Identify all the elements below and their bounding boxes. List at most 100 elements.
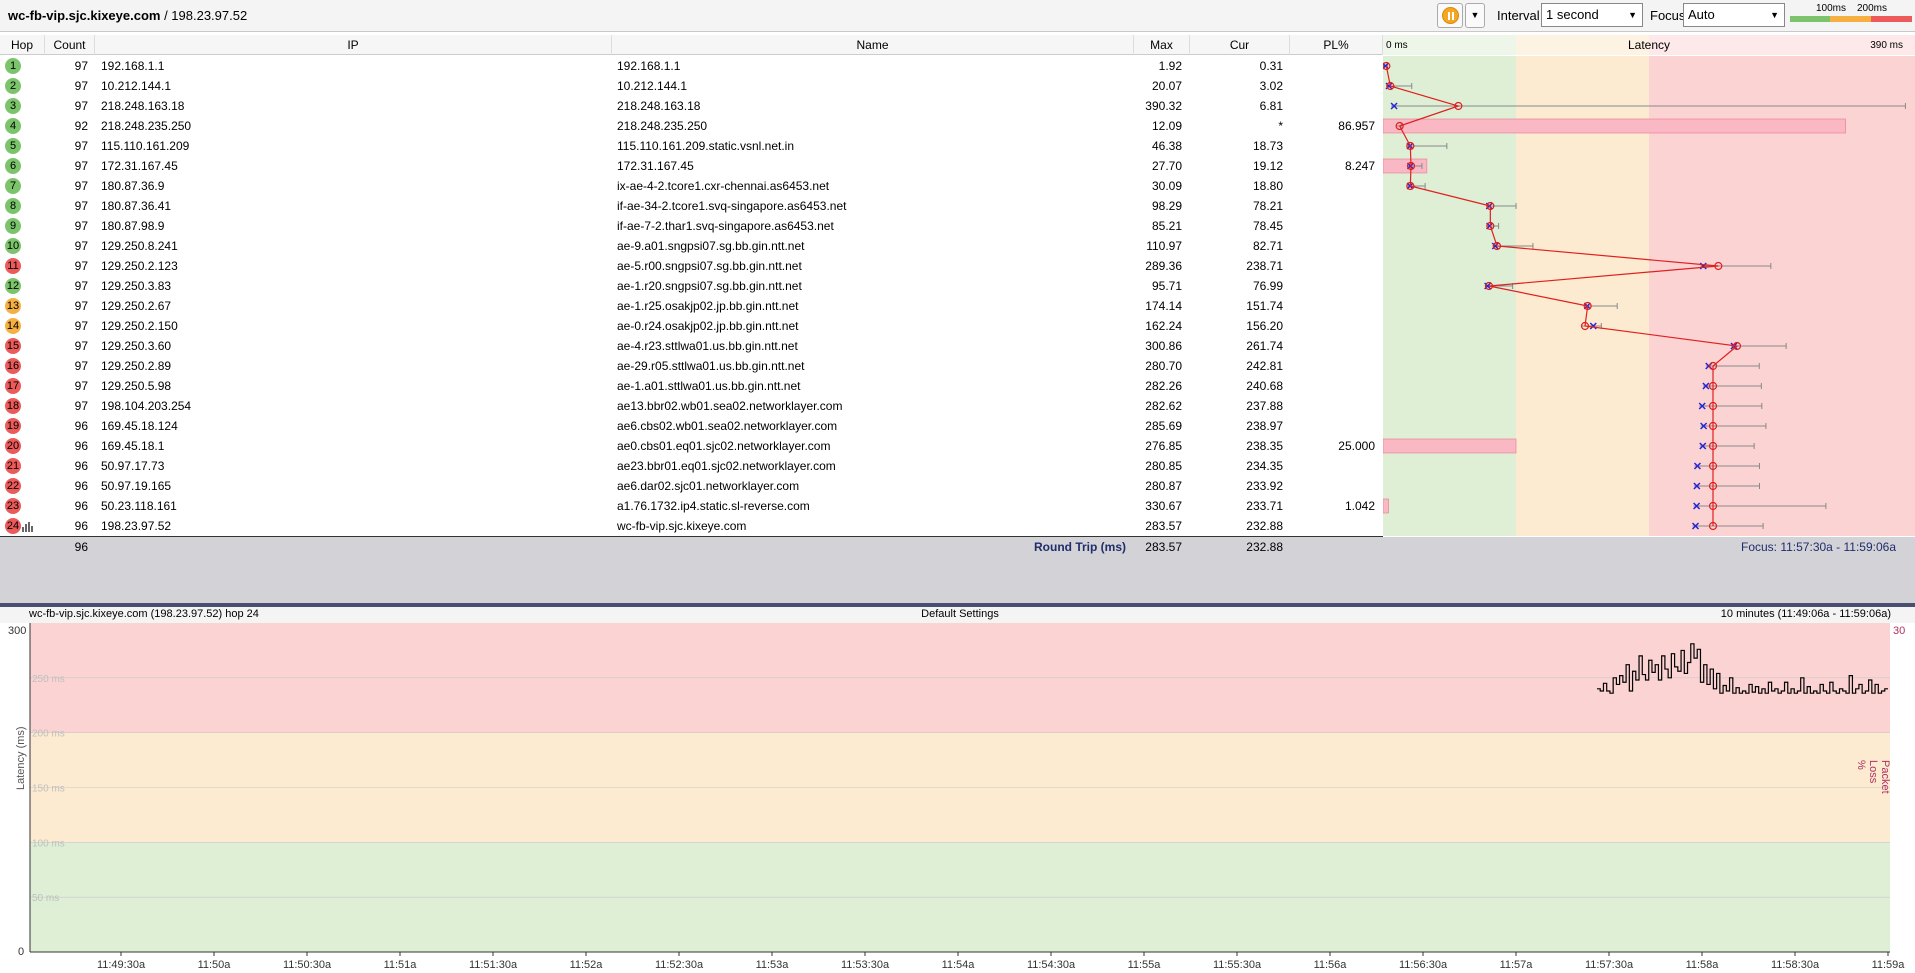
hop-row[interactable]: 19 96 169.45.18.124 ae6.cbs02.wb01.sea02.ne… — [0, 416, 1383, 436]
hop-cur: 151.74 — [1246, 299, 1283, 313]
hop-status-badge: 8 — [5, 198, 21, 214]
interval-label: Interval — [1497, 8, 1540, 23]
hop-row[interactable]: 1 97 192.168.1.1 192.168.1.1 1.92 0.31 — [0, 56, 1383, 76]
hop-row[interactable]: 22 96 50.97.19.165 ae6.dar02.sjc01.networkl… — [0, 476, 1383, 496]
hop-row[interactable]: 18 97 198.104.203.254 ae13.bbr02.wb01.sea02… — [0, 396, 1383, 416]
hop-count: 97 — [74, 399, 88, 413]
column-pl[interactable]: PL% — [1290, 35, 1383, 55]
hop-status-badge: 6 — [5, 158, 21, 174]
hop-pl: 86.957 — [1338, 119, 1375, 133]
hop-pl — [1290, 316, 1375, 336]
history-time-label: 11:50:30a — [283, 959, 332, 971]
focus-select[interactable]: Auto ▼ — [1683, 3, 1785, 27]
hop-status-badge: 22 — [5, 478, 21, 494]
hop-max: 162.24 — [1145, 319, 1182, 333]
interval-select[interactable]: 1 second ▼ — [1541, 3, 1643, 27]
column-max[interactable]: Max — [1134, 35, 1190, 55]
hop-row[interactable]: 7 97 180.87.36.9 ix-ae-4-2.tcore1.cxr-chenn… — [0, 176, 1383, 196]
hop-name: wc-fb-vip.sjc.kixeye.com — [617, 519, 747, 533]
hop-row[interactable]: 14 97 129.250.2.150 ae-0.r24.osakjp02.jp.bb… — [0, 316, 1383, 336]
hop-row[interactable]: 2 97 10.212.144.1 10.212.144.1 20.07 3.02 — [0, 76, 1383, 96]
column-cur[interactable]: Cur — [1190, 35, 1290, 55]
hop-ip: 198.23.97.52 — [101, 519, 172, 533]
hop-row[interactable]: 16 97 129.250.2.89 ae-29.r05.sttlwa01.us.bb… — [0, 356, 1383, 376]
hop-pl — [1290, 376, 1375, 396]
hop-count: 97 — [74, 319, 88, 333]
hop-status-badge: 2 — [5, 78, 21, 94]
hop-cur: 261.74 — [1246, 339, 1283, 353]
hop-status-badge: 14 — [5, 318, 21, 334]
column-name[interactable]: Name — [612, 35, 1134, 55]
hop-max: 20.07 — [1151, 79, 1182, 93]
hop-name: ae-29.r05.sttlwa01.us.bb.gin.ntt.net — [617, 359, 805, 373]
hop-row[interactable]: 6 97 172.31.167.45 172.31.167.45 27.70 19.12 8… — [0, 156, 1383, 176]
hop-row[interactable]: 9 97 180.87.98.9 if-ae-7-2.thar1.svq-singap… — [0, 216, 1383, 236]
hop-row[interactable]: 20 96 169.45.18.1 ae0.cbs01.eq01.sjc02.netw… — [0, 436, 1383, 456]
legend-green-bar — [1790, 16, 1830, 22]
hop-name: 218.248.163.18 — [617, 99, 701, 113]
pause-dropdown-button[interactable]: ▼ — [1465, 3, 1485, 28]
hop-row[interactable]: 21 96 50.97.17.73 ae23.bbr01.eq01.sjc02.net… — [0, 456, 1383, 476]
hop-pl — [1290, 256, 1375, 276]
graph-bars-icon[interactable] — [22, 522, 36, 532]
hop-max: 330.67 — [1145, 499, 1182, 513]
hop-row[interactable]: 17 97 129.250.5.98 ae-1.a01.sttlwa01.us.bb.… — [0, 376, 1383, 396]
hop-row[interactable]: 3 97 218.248.163.18 218.248.163.18 390.32 6.8… — [0, 96, 1383, 116]
hop-row[interactable]: 15 97 129.250.3.60 ae-4.r23.sttlwa01.us.bb.… — [0, 336, 1383, 356]
history-time-label: 11:55:30a — [1213, 959, 1262, 971]
hop-max: 12.09 — [1151, 119, 1182, 133]
chevron-down-icon: ▼ — [1770, 10, 1779, 20]
hop-count: 97 — [74, 99, 88, 113]
latency-column-header[interactable]: 0 ms Latency 390 ms — [1383, 35, 1915, 55]
hop-table-header: Hop Count IP Name Max Cur PL% — [0, 35, 1383, 55]
hop-status-badge: 3 — [5, 98, 21, 114]
hop-name: if-ae-34-2.tcore1.svq-singapore.as6453.n… — [617, 199, 847, 213]
history-time-label: 11:58:30a — [1771, 959, 1820, 971]
history-graph[interactable]: 250 ms 200 ms 150 ms 100 ms 50 ms 300 0 30 11:49… — [0, 623, 1915, 973]
summary-max: 283.57 — [1145, 540, 1182, 554]
hop-row[interactable]: 11 97 129.250.2.123 ae-5.r00.sngpsi07.sg.bb… — [0, 256, 1383, 276]
hop-pl — [1290, 56, 1375, 76]
hop-row[interactable]: 24 96 198.23.97.52 wc-fb-vip.sjc.kixeye.com… — [0, 516, 1383, 536]
hop-name: if-ae-7-2.thar1.svq-singapore.as6453.net — [617, 219, 834, 233]
hop-max: 110.97 — [1146, 239, 1182, 253]
hop-max: 280.70 — [1145, 359, 1182, 373]
hop-pl — [1290, 96, 1375, 116]
hop-row[interactable]: 13 97 129.250.2.67 ae-1.r25.osakjp02.jp.bb.… — [0, 296, 1383, 316]
hop-row[interactable]: 23 96 50.23.118.161 a1.76.1732.ip4.static.s… — [0, 496, 1383, 516]
column-count[interactable]: Count — [45, 35, 95, 55]
hop-count: 97 — [74, 179, 88, 193]
hop-cur: 19.12 — [1252, 159, 1283, 173]
history-settings[interactable]: Default Settings — [0, 608, 1915, 620]
hop-row[interactable]: 10 97 129.250.8.241 ae-9.a01.sngpsi07.sg.bb… — [0, 236, 1383, 256]
hop-name: 192.168.1.1 — [617, 59, 681, 73]
pause-button[interactable] — [1437, 3, 1463, 28]
hop-ip: 129.250.8.241 — [101, 239, 178, 253]
hop-ip: 198.104.203.254 — [101, 399, 192, 413]
hop-count: 97 — [74, 139, 88, 153]
hop-name: a1.76.1732.ip4.static.sl-reverse.com — [617, 499, 810, 513]
column-ip[interactable]: IP — [95, 35, 612, 55]
hop-ip: 50.23.118.161 — [101, 499, 177, 513]
hop-cur: 233.71 — [1246, 499, 1283, 513]
hop-ip: 172.31.167.45 — [101, 159, 178, 173]
hop-row[interactable]: 8 97 180.87.36.41 if-ae-34-2.tcore1.svq-sin… — [0, 196, 1383, 216]
hop-name: ae-1.r20.sngpsi07.sg.bb.gin.ntt.net — [617, 279, 802, 293]
hop-status-badge: 10 — [5, 238, 21, 254]
hop-max: 282.62 — [1145, 399, 1182, 413]
hop-row[interactable]: 5 97 115.110.161.209 115.110.161.209.static… — [0, 136, 1383, 156]
hop-pl — [1290, 336, 1375, 356]
hop-row[interactable]: 12 97 129.250.3.83 ae-1.r20.sngpsi07.sg.bb.… — [0, 276, 1383, 296]
hop-max: 280.87 — [1145, 479, 1182, 493]
history-time-label: 11:57a — [1500, 959, 1534, 971]
history-time-label: 11:50a — [198, 959, 232, 971]
hop-count: 96 — [74, 439, 88, 453]
history-gridline-label: 250 ms — [32, 674, 65, 685]
history-time-label: 11:51a — [384, 959, 418, 971]
hop-max: 289.36 — [1145, 259, 1182, 273]
hop-count: 92 — [74, 119, 88, 133]
column-hop[interactable]: Hop — [0, 35, 45, 55]
hop-row[interactable]: 4 92 218.248.235.250 218.248.235.250 12.09 * 8… — [0, 116, 1383, 136]
pause-icon — [1442, 7, 1459, 24]
hop-cur: 232.88 — [1246, 519, 1283, 533]
